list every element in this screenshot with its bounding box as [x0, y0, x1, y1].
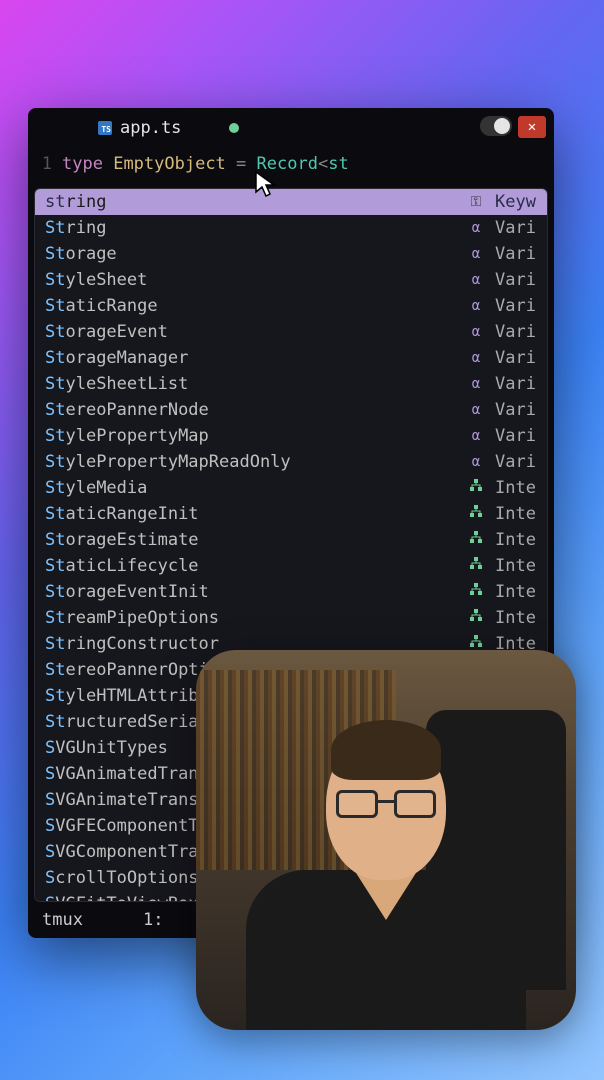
interface-kind-icon — [467, 606, 485, 630]
variable-kind-icon: α — [467, 398, 485, 422]
autocomplete-item[interactable]: StringαVari — [35, 215, 547, 241]
titlebar: TS app.ts ✕ — [28, 108, 554, 148]
autocomplete-item[interactable]: StereoPannerNodeαVari — [35, 397, 547, 423]
variable-kind-icon: α — [467, 372, 485, 396]
autocomplete-item[interactable]: StylePropertyMapαVari — [35, 423, 547, 449]
status-session: tmux — [42, 910, 83, 930]
autocomplete-item[interactable]: StreamPipeOptionsInte — [35, 605, 547, 631]
autocomplete-kind-label: Vari — [495, 346, 537, 370]
autocomplete-kind-label: Inte — [495, 528, 537, 552]
autocomplete-kind-label: Vari — [495, 424, 537, 448]
variable-kind-icon: α — [467, 242, 485, 266]
status-position: 1: — [143, 910, 163, 930]
close-button[interactable]: ✕ — [518, 116, 546, 138]
autocomplete-item[interactable]: StyleSheetListαVari — [35, 371, 547, 397]
autocomplete-kind-label: Inte — [495, 502, 537, 526]
variable-kind-icon: α — [467, 450, 485, 474]
autocomplete-kind-label: Vari — [495, 294, 537, 318]
autocomplete-item[interactable]: string⚿Keyw — [35, 189, 547, 215]
autocomplete-kind-label: Inte — [495, 554, 537, 578]
autocomplete-kind-label: Keyw — [495, 190, 537, 214]
autocomplete-item[interactable]: StaticRangeInitInte — [35, 501, 547, 527]
modified-indicator-icon — [229, 123, 239, 133]
interface-kind-icon — [467, 580, 485, 604]
variable-kind-icon: α — [467, 294, 485, 318]
code-line: type EmptyObject = Record<st — [62, 152, 349, 176]
interface-kind-icon — [467, 528, 485, 552]
autocomplete-item[interactable]: StylePropertyMapReadOnlyαVari — [35, 449, 547, 475]
variable-kind-icon: α — [467, 320, 485, 344]
autocomplete-item[interactable]: StorageEventInitInte — [35, 579, 547, 605]
autocomplete-kind-label: Vari — [495, 242, 537, 266]
autocomplete-item[interactable]: StyleSheetαVari — [35, 267, 547, 293]
code-editor[interactable]: 1 type EmptyObject = Record<st — [28, 148, 554, 180]
autocomplete-kind-label: Vari — [495, 450, 537, 474]
autocomplete-item[interactable]: StorageEventαVari — [35, 319, 547, 345]
autocomplete-item[interactable]: StyleMediaInte — [35, 475, 547, 501]
autocomplete-kind-label: Vari — [495, 372, 537, 396]
autocomplete-item[interactable]: StorageManagerαVari — [35, 345, 547, 371]
autocomplete-item[interactable]: StorageEstimateInte — [35, 527, 547, 553]
interface-kind-icon — [467, 554, 485, 578]
typescript-icon: TS — [98, 121, 112, 135]
autocomplete-kind-label: Inte — [495, 580, 537, 604]
webcam-overlay — [196, 650, 576, 1030]
autocomplete-kind-label: Vari — [495, 398, 537, 422]
autocomplete-kind-label: Vari — [495, 320, 537, 344]
file-tab[interactable]: TS app.ts — [88, 114, 249, 142]
close-icon: ✕ — [528, 119, 536, 135]
autocomplete-item[interactable]: StorageαVari — [35, 241, 547, 267]
line-number: 1 — [38, 152, 52, 176]
variable-kind-icon: α — [467, 346, 485, 370]
autocomplete-item[interactable]: StaticRangeαVari — [35, 293, 547, 319]
keyword-kind-icon: ⚿ — [467, 190, 485, 214]
autocomplete-kind-label: Vari — [495, 216, 537, 240]
tab-filename: app.ts — [120, 118, 181, 138]
variable-kind-icon: α — [467, 268, 485, 292]
autocomplete-kind-label: Vari — [495, 268, 537, 292]
interface-kind-icon — [467, 476, 485, 500]
window-controls: ✕ — [480, 116, 546, 138]
autocomplete-kind-label: Inte — [495, 606, 537, 630]
autocomplete-item[interactable]: StaticLifecycleInte — [35, 553, 547, 579]
theme-toggle[interactable] — [480, 116, 512, 136]
variable-kind-icon: α — [467, 216, 485, 240]
variable-kind-icon: α — [467, 424, 485, 448]
interface-kind-icon — [467, 502, 485, 526]
autocomplete-kind-label: Inte — [495, 476, 537, 500]
